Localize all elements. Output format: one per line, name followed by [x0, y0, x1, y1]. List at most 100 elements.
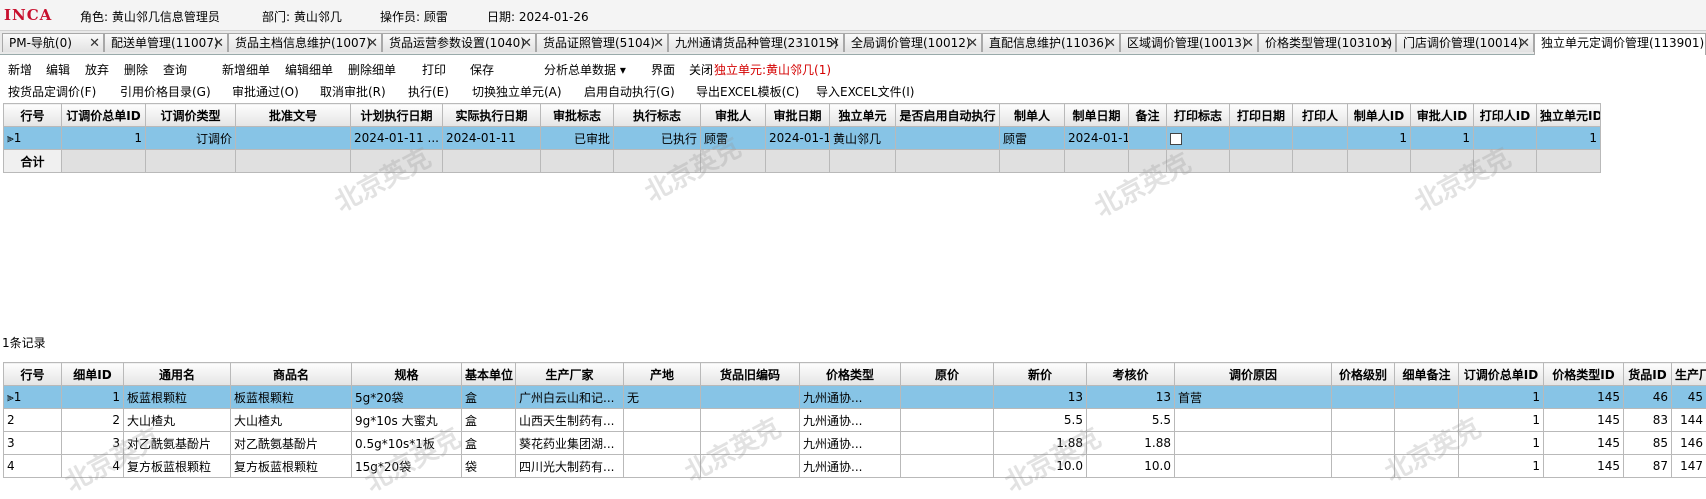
delete-detail-button[interactable]: 删除细单	[348, 61, 396, 78]
cell-goods-id[interactable]: 83	[1624, 409, 1672, 432]
close-icon[interactable]: ✕	[367, 34, 378, 52]
cell-old-price[interactable]	[901, 455, 994, 478]
col-header[interactable]: 价格类型	[800, 363, 901, 386]
cell-approver-id[interactable]: 1	[1411, 127, 1474, 150]
cell-origin[interactable]	[624, 455, 701, 478]
col-header[interactable]: 执行标志	[614, 104, 701, 127]
col-header[interactable]: 审批人	[701, 104, 766, 127]
cell-maker[interactable]: 葵花药业集团湖...	[516, 432, 624, 455]
col-header[interactable]: 备注	[1129, 104, 1167, 127]
cell-actual-date[interactable]: 2024-01-11	[443, 127, 541, 150]
cell-master-id[interactable]: 1	[1459, 386, 1544, 409]
cell-spec[interactable]: 5g*20袋	[352, 386, 462, 409]
cell-print-date[interactable]	[1230, 127, 1293, 150]
cell-goods-id[interactable]: 46	[1624, 386, 1672, 409]
cell-unit[interactable]: 袋	[462, 455, 516, 478]
cell-id[interactable]: 1	[62, 127, 146, 150]
col-header[interactable]: 订调价总单ID	[1459, 363, 1544, 386]
cell-name[interactable]: 板蓝根颗粒	[231, 386, 352, 409]
row-cell[interactable]: 3	[4, 432, 62, 455]
col-header[interactable]: 实际执行日期	[443, 104, 541, 127]
close-icon[interactable]: ✕	[653, 34, 664, 52]
row-cell[interactable]: 2	[4, 409, 62, 432]
col-header[interactable]: 基本单位	[462, 363, 516, 386]
ref-catalog-button[interactable]: 引用价格目录(G)	[120, 83, 211, 100]
close-icon[interactable]: ✕	[829, 34, 840, 52]
col-header[interactable]: 订调价总单ID	[62, 104, 146, 127]
cell-reason[interactable]	[1175, 432, 1332, 455]
cell-print-flag[interactable]	[1167, 127, 1230, 150]
tab-jzt-request[interactable]: 九州通请货品种管理(231015)✕	[668, 33, 844, 52]
export-excel-button[interactable]: 导出EXCEL模板(C)	[696, 83, 799, 100]
cell-type-id[interactable]: 145	[1544, 455, 1624, 478]
col-header[interactable]: 细单ID	[62, 363, 124, 386]
close-icon[interactable]: ✕	[213, 34, 224, 52]
cell-detail-id[interactable]: 4	[62, 455, 124, 478]
tab-goods-master[interactable]: 货品主档信息维护(1007)✕	[228, 33, 382, 52]
tab-region-price[interactable]: 区域调价管理(10013)✕	[1120, 33, 1258, 52]
cell-spec[interactable]: 15g*20袋	[352, 455, 462, 478]
col-header[interactable]: 是否启用自动执行	[896, 104, 1000, 127]
col-header[interactable]: 商品名	[231, 363, 352, 386]
col-header[interactable]: 货品ID	[1624, 363, 1672, 386]
query-button[interactable]: 查询	[163, 61, 187, 78]
cell-remark[interactable]	[1395, 386, 1459, 409]
master-row[interactable]: ⫸1 1 订调价 2024-01-11 ... 2024-01-11 已审批 已…	[4, 127, 1601, 150]
cell-new-price[interactable]: 13	[994, 386, 1087, 409]
cell-old-price[interactable]	[901, 432, 994, 455]
import-excel-button[interactable]: 导入EXCEL文件(I)	[816, 83, 914, 100]
save-button[interactable]: 保存	[470, 61, 494, 78]
cell-old-code[interactable]	[701, 409, 800, 432]
close-button[interactable]: 关闭	[689, 61, 713, 78]
close-icon[interactable]: ✕	[1243, 34, 1254, 52]
col-header[interactable]: 打印日期	[1230, 104, 1293, 127]
cell-detail-id[interactable]: 3	[62, 432, 124, 455]
cell-unit[interactable]: 黄山邻几	[830, 127, 896, 150]
cell-reason[interactable]	[1175, 409, 1332, 432]
cell-spec[interactable]: 9g*10s 大蜜丸	[352, 409, 462, 432]
cell-unit[interactable]: 盒	[462, 386, 516, 409]
cell-price-type[interactable]: 九州通协...	[800, 386, 901, 409]
cell-unit[interactable]: 盒	[462, 432, 516, 455]
cell-approve-date[interactable]: 2024-01-11	[766, 127, 830, 150]
cell-maker-id[interactable]: 1	[1348, 127, 1411, 150]
cell-old-code[interactable]	[701, 432, 800, 455]
tab-unit-price[interactable]: 独立单元定调价管理(113901)	[1534, 33, 1706, 55]
cell-goods-id[interactable]: 87	[1624, 455, 1672, 478]
detail-row[interactable]: 3 3 对乙酰氨基酚片 对乙酰氨基酚片 0.5g*10s*1板 盒 葵花药业集团…	[4, 432, 1706, 455]
col-header[interactable]: 规格	[352, 363, 462, 386]
col-header[interactable]: 考核价	[1087, 363, 1175, 386]
cell-generic[interactable]: 复方板蓝根颗粒	[124, 455, 231, 478]
cell-approver[interactable]: 顾雷	[701, 127, 766, 150]
col-header[interactable]: 制单人ID	[1348, 104, 1411, 127]
cell-origin[interactable]: 无	[624, 386, 701, 409]
detail-row[interactable]: 2 2 大山楂丸 大山楂丸 9g*10s 大蜜丸 盒 山西天生制药有... 九州…	[4, 409, 1706, 432]
price-by-goods-button[interactable]: 按货品定调价(F)	[8, 83, 96, 100]
col-header[interactable]: 打印人ID	[1474, 104, 1537, 127]
col-header[interactable]: 价格级别	[1332, 363, 1395, 386]
cell-check-price[interactable]: 10.0	[1087, 455, 1175, 478]
col-header[interactable]: 行号	[4, 104, 62, 127]
col-header[interactable]: 审批人ID	[1411, 104, 1474, 127]
cell-type-id[interactable]: 145	[1544, 386, 1624, 409]
cell-check-price[interactable]: 1.88	[1087, 432, 1175, 455]
row-cell[interactable]: ⫸1	[4, 386, 62, 409]
close-icon[interactable]: ✕	[1381, 34, 1392, 52]
tab-goods-params[interactable]: 货品运营参数设置(1040)✕	[382, 33, 536, 52]
cell-generic[interactable]: 大山楂丸	[124, 409, 231, 432]
cell-remark[interactable]	[1395, 432, 1459, 455]
cell-price-type[interactable]: 九州通协...	[800, 455, 901, 478]
col-header[interactable]: 调价原因	[1175, 363, 1332, 386]
print-button[interactable]: 打印	[422, 61, 446, 78]
tab-global-price[interactable]: 全局调价管理(10012)✕	[844, 33, 982, 52]
col-header[interactable]: 制单日期	[1065, 104, 1129, 127]
cell-maker-id[interactable]: 147	[1672, 455, 1706, 478]
cell-spec[interactable]: 0.5g*10s*1板	[352, 432, 462, 455]
analysis-dropdown[interactable]: 分析总单数据 ▾	[544, 61, 626, 78]
col-header[interactable]: 货品旧编码	[701, 363, 800, 386]
cell-approve-flag[interactable]: 已审批	[541, 127, 614, 150]
cell-make-date[interactable]: 2024-01-11	[1065, 127, 1129, 150]
col-header[interactable]: 制单人	[1000, 104, 1065, 127]
tab-store-price[interactable]: 门店调价管理(10014)✕	[1396, 33, 1534, 52]
cell-generic[interactable]: 对乙酰氨基酚片	[124, 432, 231, 455]
